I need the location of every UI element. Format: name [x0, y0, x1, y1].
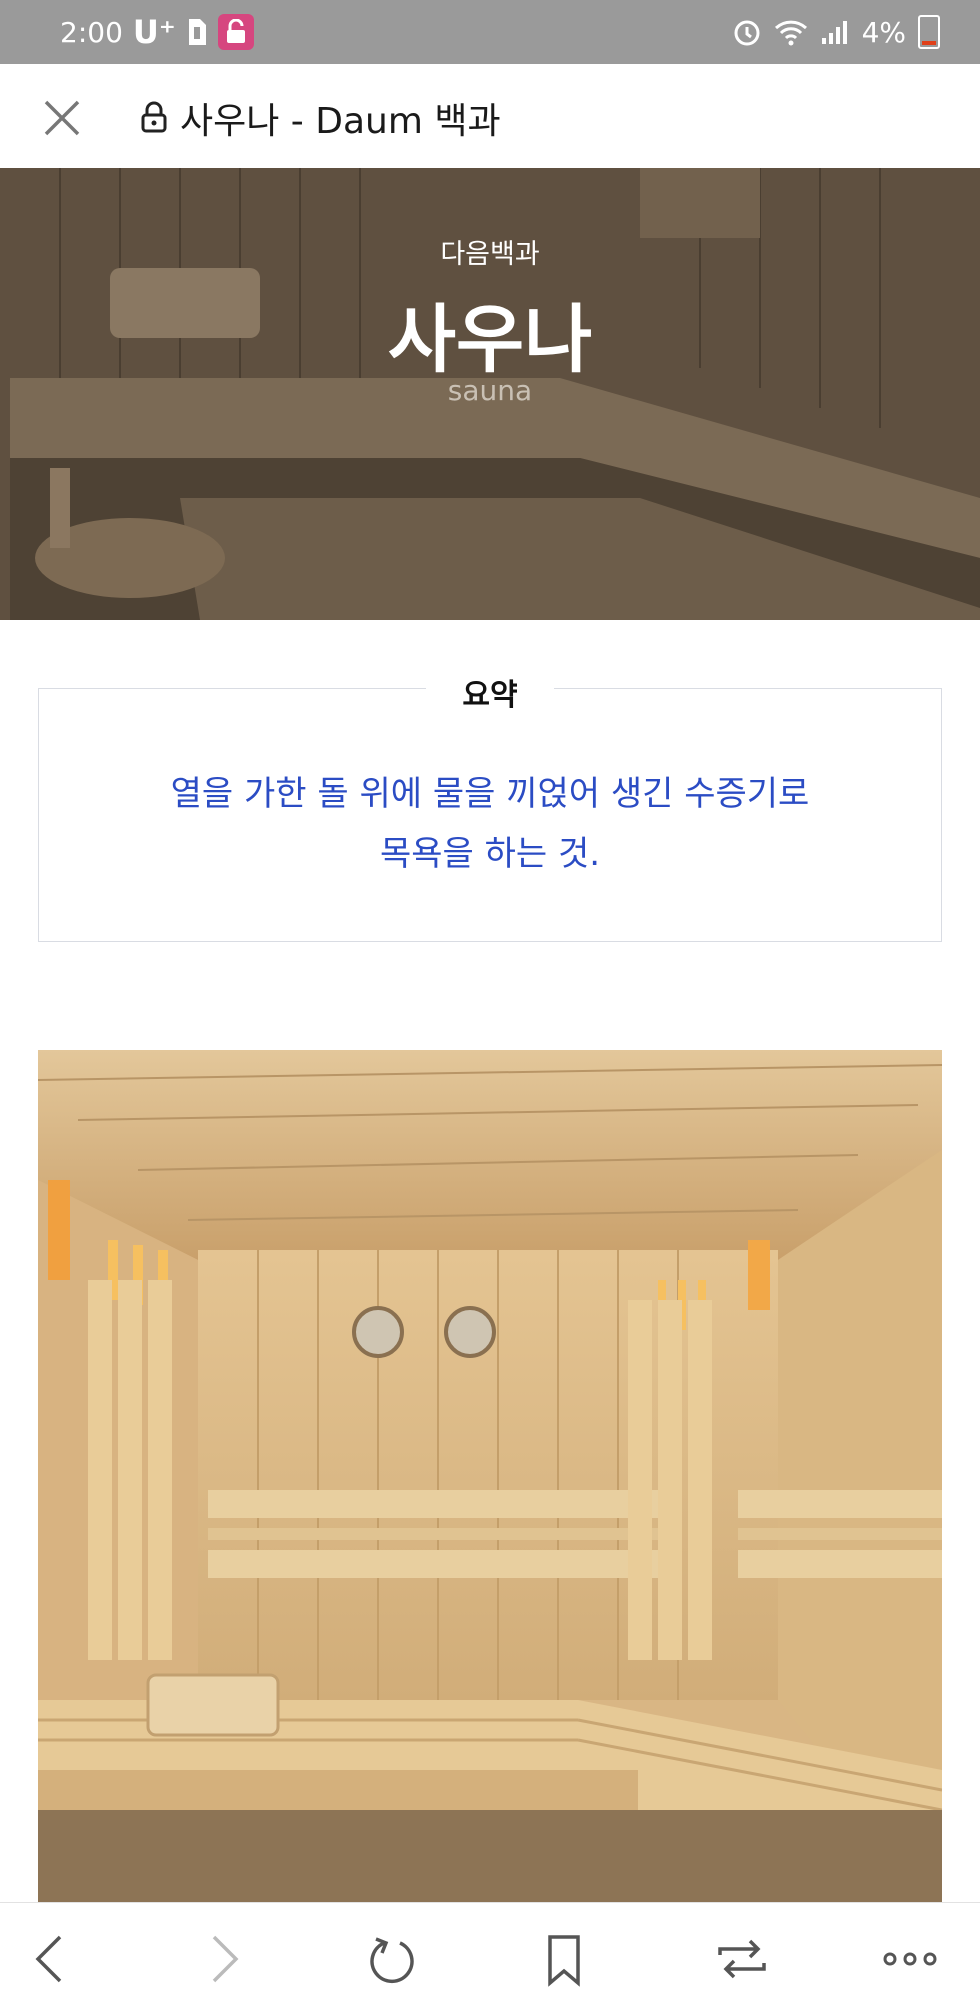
carrier-label: U⁺: [132, 13, 176, 51]
hero-banner: 다음백과 사우나 sauna: [0, 168, 980, 620]
forward-icon[interactable]: [194, 1929, 254, 1989]
summary-line: 열을 가한 돌 위에 물을 끼얹어 생긴 수증기로: [170, 774, 810, 814]
sauna-photo-image: [38, 1050, 942, 1902]
battery-icon: [918, 15, 940, 49]
close-icon[interactable]: [38, 94, 86, 142]
page-title[interactable]: 사우나 - Daum 백과: [180, 92, 501, 144]
back-icon[interactable]: [20, 1929, 80, 1989]
lock-icon: [141, 101, 167, 133]
summary-line: 목욕을 하는 것.: [379, 834, 601, 874]
summary-heading: 요약: [0, 670, 980, 714]
summary-label: 요약: [426, 678, 554, 713]
status-bar: 2:00 U⁺ 4%: [0, 0, 980, 64]
status-time: 2:00: [60, 15, 123, 49]
refresh-icon[interactable]: [362, 1929, 422, 1989]
battery-percent: 4%: [861, 15, 906, 49]
signal-icon: [821, 21, 847, 44]
url-bar: 사우나 - Daum 백과: [0, 64, 980, 168]
hero-kicker: 다음백과: [440, 239, 540, 270]
more-icon[interactable]: [880, 1929, 940, 1989]
hero-subtitle: sauna: [447, 374, 533, 407]
bookmark-icon[interactable]: [534, 1929, 594, 1989]
hero-title: 사우나: [387, 297, 593, 383]
summary-text: 열을 가한 돌 위에 물을 끼얹어 생긴 수증기로 목욕을 하는 것.: [38, 764, 942, 884]
alarm-icon: [734, 20, 760, 46]
bottom-toolbar: [0, 1902, 980, 2010]
tabs-icon[interactable]: [712, 1929, 772, 1989]
sauna-photo[interactable]: [38, 1050, 942, 1902]
sim-icon: [188, 19, 206, 45]
wifi-icon: [774, 20, 807, 46]
lock-badge-icon: [217, 14, 254, 50]
